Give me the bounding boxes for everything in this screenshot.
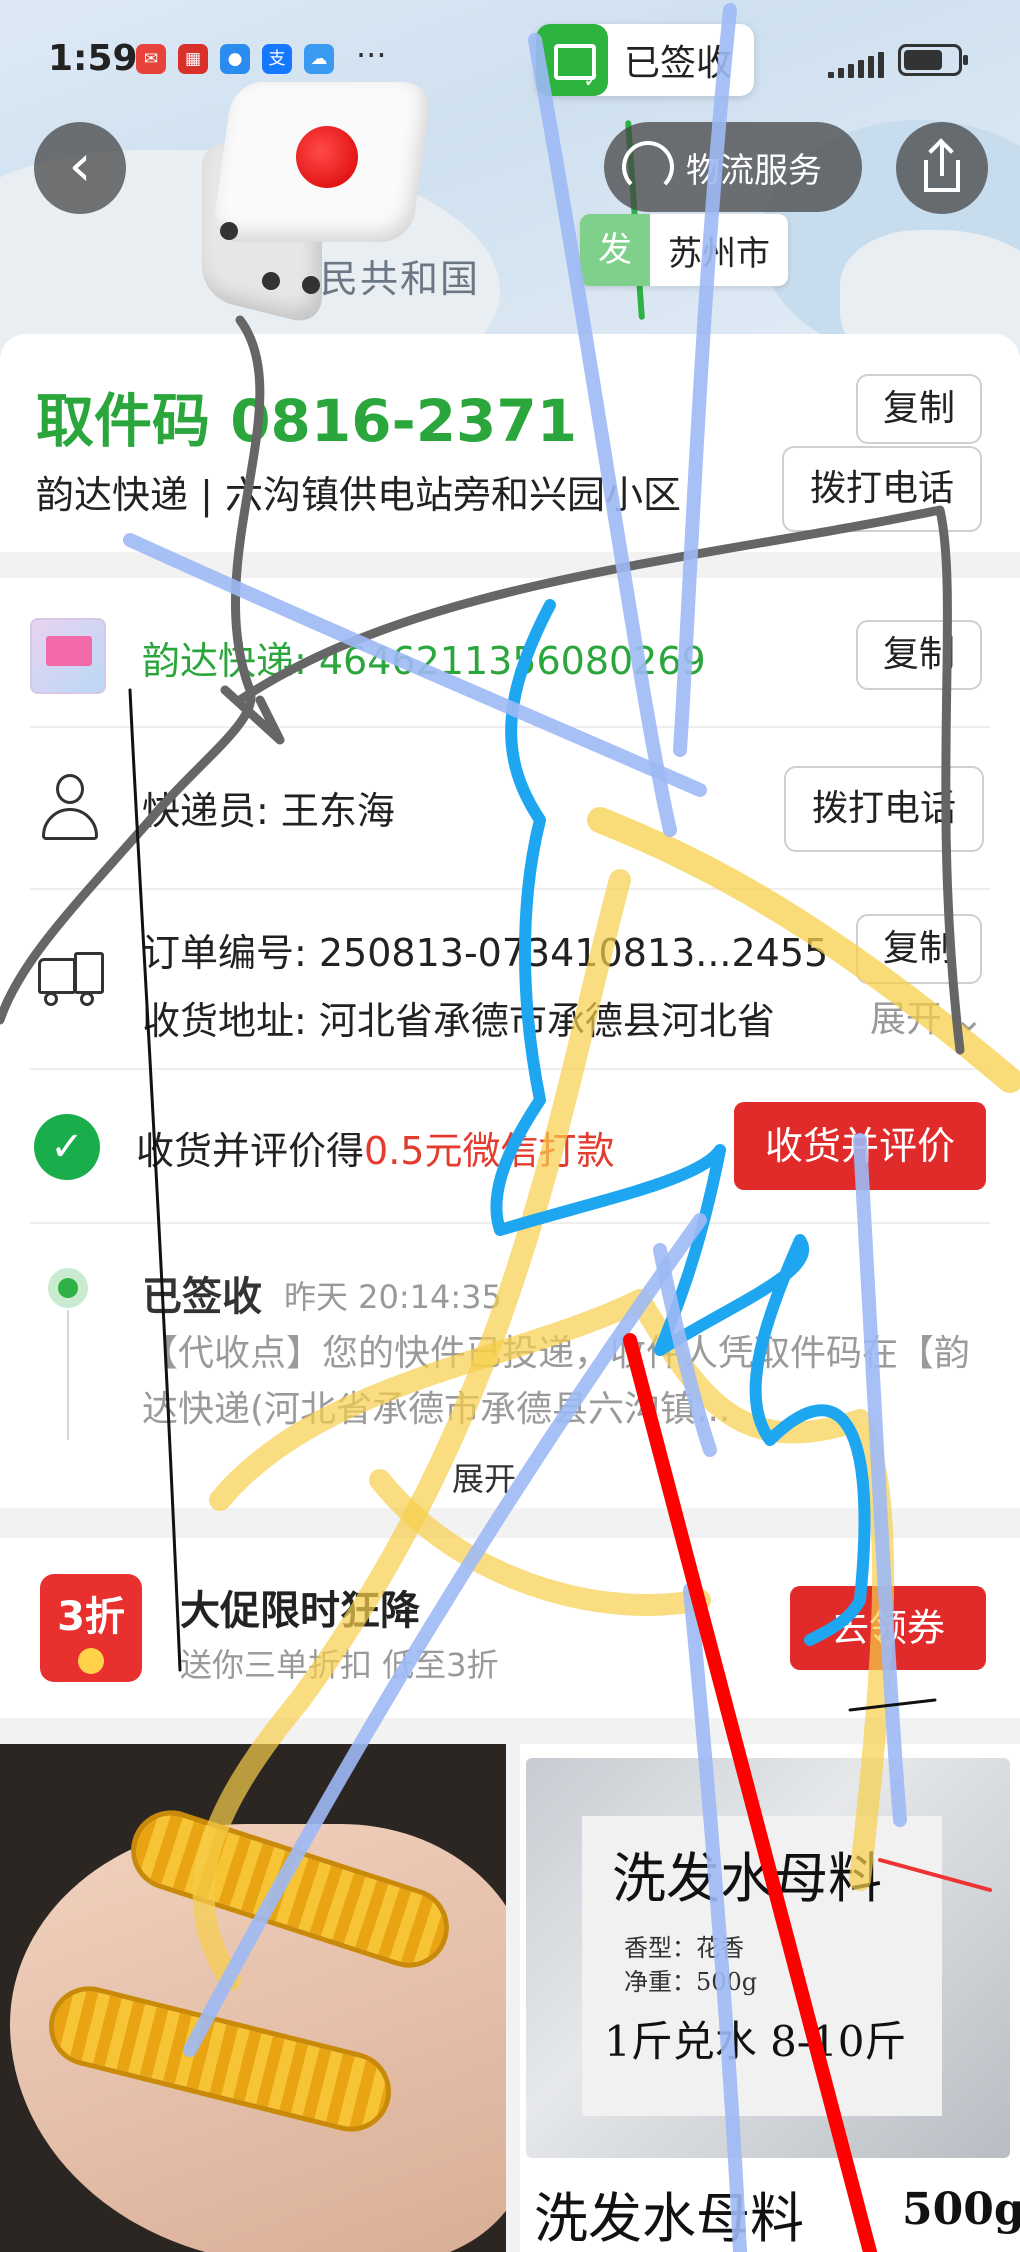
share-button[interactable] — [896, 122, 988, 214]
origin-marker: 发 苏州市 — [580, 214, 788, 286]
app-message-icon: ● — [220, 44, 250, 74]
logistics-service-label: 物流服务 — [686, 150, 822, 191]
chevron-down-icon: ⌄ — [942, 999, 984, 1040]
promo-highlight: 0.5元微信打款 — [364, 1129, 615, 1173]
timeline-description: 【代收点】您的快件已投递，收件人凭取件码在【韵达快递(河北省承德市承德县六沟镇.… — [142, 1333, 971, 1430]
logistics-service-button[interactable]: 物流服务 — [604, 122, 862, 212]
shampoo-label-title: 洗发水母料 — [612, 1847, 882, 1910]
order-number: 订单编号: 250813-073410813...2455 — [142, 931, 829, 975]
package-signed-icon — [536, 24, 608, 96]
product-thumbnail[interactable] — [30, 618, 106, 694]
origin-tag: 发 — [580, 214, 650, 286]
shampoo-caption: 洗发水母料 — [534, 2187, 804, 2250]
alipay-icon: 支 — [262, 44, 292, 74]
timeline-dot — [48, 1268, 88, 1308]
app-huawei-icon: ▦ — [178, 44, 208, 74]
expand-address-link[interactable]: 展开 ⌄ — [870, 990, 984, 1042]
copy-order-button[interactable]: 复制 — [856, 914, 982, 984]
call-courier-button[interactable]: 拨打电话 — [784, 766, 984, 852]
copy-pickup-code-button[interactable]: 复制 — [856, 374, 982, 444]
timeline-time: 昨天 20:14:35 — [284, 1278, 502, 1316]
pickup-code: 取件码 0816-2371 — [36, 387, 578, 455]
courier-icon — [40, 774, 100, 840]
shampoo-label-ratio: 1斤兑水 8-10斤 — [604, 2017, 907, 2066]
divider — [30, 888, 990, 890]
signed-status-badge: 已签收 — [536, 24, 755, 96]
signal-icon — [828, 50, 892, 78]
dice-sticker — [192, 72, 434, 327]
wechat-pay-icon: ✓ — [34, 1114, 100, 1180]
headset-icon — [622, 141, 674, 193]
shampoo-weight: 500g — [902, 2184, 1020, 2235]
shampoo-label-weight: 净重：500g — [624, 1968, 758, 1996]
pickup-card: 取件码 0816-2371 韵达快递 | 六沟镇供电站旁和兴园小区 复制 拨打电… — [0, 334, 1020, 552]
timeline-status: 已签收 — [142, 1274, 262, 1320]
app-red-icon: ✉ — [136, 44, 166, 74]
get-coupon-button[interactable]: 去领券 — [790, 1586, 986, 1670]
confirm-and-review-button[interactable]: 收货并评价 — [734, 1102, 986, 1190]
discount-badge-icon: 3折 — [40, 1574, 142, 1682]
battery-icon — [898, 44, 968, 76]
back-button[interactable]: ‹ — [34, 122, 126, 214]
review-promo-text: 收货并评价得0.5元微信打款 — [136, 1120, 614, 1175]
sale-card[interactable]: 3折 大促限时狂降 送你三单折扣 低至3折 去领券 — [0, 1538, 1020, 1718]
shampoo-label-scent: 香型：花香 — [624, 1934, 744, 1962]
sale-title: 大促限时狂降 — [180, 1588, 420, 1634]
delivery-address: 收货地址: 河北省承德市承德县河北省 — [142, 999, 775, 1043]
carrier-tracking-number: 韵达快递: 4646211356080269 — [142, 639, 706, 683]
truck-icon — [38, 952, 104, 1006]
expand-timeline-link[interactable]: 展开 — [452, 1454, 516, 1500]
divider — [30, 726, 990, 728]
signed-status-text: 已签收 — [624, 43, 733, 84]
cloud-icon: ☁ — [304, 44, 334, 74]
shipment-card: 韵达快递: 4646211356080269 复制 快递员: 王东海 拨打电话 … — [0, 578, 1020, 1508]
timeline-line — [67, 1310, 69, 1440]
courier-name: 快递员: 王东海 — [142, 789, 395, 833]
sale-subtitle: 送你三单折扣 低至3折 — [180, 1646, 499, 1684]
call-pickup-button[interactable]: 拨打电话 — [782, 446, 982, 532]
product-card-gold-clips[interactable] — [0, 1744, 506, 2252]
origin-city: 苏州市 — [668, 233, 770, 274]
more-notifications-icon: ··· — [356, 36, 387, 74]
expand-address-label: 展开 — [870, 999, 943, 1040]
divider — [30, 1068, 990, 1070]
status-bar: 1:59 ✉ ▦ ● 支 ☁ ··· — [0, 30, 1020, 90]
dice-red-pip — [296, 126, 358, 188]
clock: 1:59 — [48, 38, 138, 79]
promo-prefix: 收货并评价得 — [136, 1129, 365, 1173]
product-card-shampoo[interactable]: 洗发水母料 香型：花香 净重：500g 1斤兑水 8-10斤 洗发水母料 500… — [520, 1744, 1020, 2252]
copy-tracking-button[interactable]: 复制 — [856, 620, 982, 690]
pickup-address: 韵达快递 | 六沟镇供电站旁和兴园小区 — [36, 473, 681, 517]
divider — [30, 1222, 990, 1224]
